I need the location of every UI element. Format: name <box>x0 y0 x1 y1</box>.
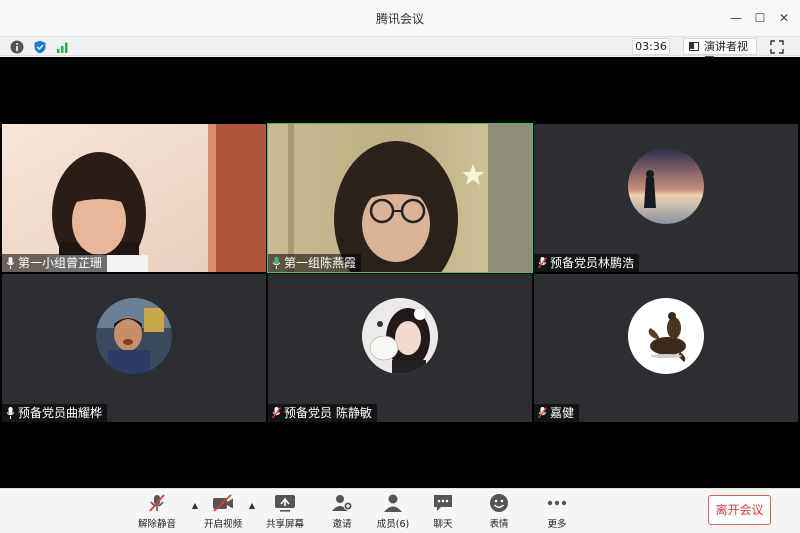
unmute-button[interactable]: 解除静音 <box>127 493 187 531</box>
participant-name: 第一组陈燕霞 <box>284 256 357 270</box>
reactions-label: 表情 <box>489 519 509 530</box>
participant-avatar <box>628 148 704 224</box>
participant-tile[interactable]: 预备党员 陈静敏 <box>268 274 532 422</box>
unmute-label: 解除静音 <box>137 519 176 530</box>
participant-nameplate: 预备党员 陈静敏 <box>268 404 377 422</box>
leave-meeting-button[interactable]: 离开会议 <box>708 495 771 525</box>
participant-name: 预备党员曲耀桦 <box>18 406 103 420</box>
speaker-view-button[interactable]: 演讲者视图 <box>683 38 757 68</box>
share-screen-button[interactable]: 共享屏幕 <box>255 493 315 531</box>
meeting-toolbar: 解除静音 ▲ 开启视频 ▲ 共享屏幕 邀请 成员(6) 聊天 表情 更多 离开会… <box>0 488 800 533</box>
participant-name: 预备党员 陈静敏 <box>284 406 372 420</box>
participant-video <box>2 124 266 272</box>
emoji-icon <box>490 494 508 512</box>
maximize-button[interactable]: ☐ <box>750 8 770 28</box>
participant-name: 嘉健 <box>550 406 575 420</box>
minimize-button[interactable]: — <box>726 8 746 28</box>
layout-icon <box>689 42 699 51</box>
window-title: 腾讯会议 <box>375 12 424 26</box>
video-off-icon <box>213 494 233 512</box>
participant-avatar <box>362 298 438 374</box>
close-button[interactable]: ✕ <box>774 8 794 28</box>
participant-tile-active-speaker[interactable]: 第一组陈燕霞 <box>267 123 533 273</box>
participant-nameplate: 预备党员曲耀桦 <box>2 404 108 422</box>
participant-avatar <box>96 298 172 374</box>
participant-nameplate: 第一小组曾芷珊 <box>2 254 108 272</box>
participant-tile[interactable]: 第一小组曾芷珊 <box>2 124 266 272</box>
muted-microphone-icon <box>538 257 547 269</box>
participant-avatar <box>628 298 704 374</box>
video-stage: 第一小组曾芷珊 第一组陈燕霞 预备党员林鹏浩 预备党员曲耀桦 预备党员 陈静敏 … <box>0 57 800 488</box>
speaking-microphone-icon <box>272 257 281 269</box>
muted-microphone-icon <box>538 407 547 419</box>
more-label: 更多 <box>547 519 567 530</box>
microphone-icon <box>6 407 15 419</box>
muted-microphone-icon <box>272 407 281 419</box>
participant-name: 预备党员林鹏浩 <box>550 256 635 270</box>
fullscreen-icon[interactable] <box>769 39 785 55</box>
participant-tile[interactable]: 预备党员林鹏浩 <box>534 124 798 272</box>
participant-nameplate: 嘉健 <box>534 404 580 422</box>
start-video-button[interactable]: 开启视频 <box>193 493 253 531</box>
start-video-label: 开启视频 <box>203 519 242 530</box>
reactions-button[interactable]: 表情 <box>469 493 529 531</box>
meeting-window: 腾讯会议 — ☐ ✕ 03:36 演讲者视图 <box>0 0 800 533</box>
chat-icon <box>434 495 452 511</box>
participant-video <box>268 124 532 272</box>
participant-tile[interactable]: 预备党员曲耀桦 <box>2 274 266 422</box>
meeting-timer: 03:36 <box>632 38 670 55</box>
more-button[interactable]: 更多 <box>527 493 587 531</box>
participant-name: 第一小组曾芷珊 <box>18 256 103 270</box>
security-shield-icon[interactable] <box>33 40 47 54</box>
title-bar: 腾讯会议 — ☐ ✕ <box>0 0 800 36</box>
invite-user-icon <box>332 495 353 511</box>
more-options-icon <box>547 500 567 506</box>
meeting-info-bar: 03:36 演讲者视图 <box>0 36 800 68</box>
participant-nameplate: 预备党员林鹏浩 <box>534 254 640 272</box>
chat-button[interactable]: 聊天 <box>413 493 473 531</box>
muted-microphone-icon <box>149 494 165 512</box>
share-screen-label: 共享屏幕 <box>265 519 304 530</box>
share-screen-icon <box>275 495 295 512</box>
network-signal-icon[interactable] <box>56 40 70 54</box>
microphone-icon <box>6 257 15 269</box>
info-icon[interactable] <box>10 40 24 54</box>
members-icon <box>384 494 402 512</box>
chat-label: 聊天 <box>433 519 453 530</box>
participant-nameplate: 第一组陈燕霞 <box>268 254 362 272</box>
participant-tile[interactable]: 嘉健 <box>534 274 798 422</box>
